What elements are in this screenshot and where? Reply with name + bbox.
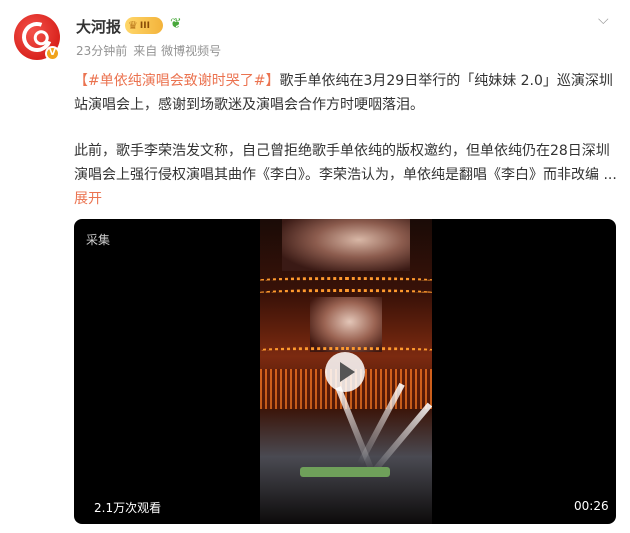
paragraph-1: 【#单依纯演唱会致谢时哭了#】歌手单依纯在3月29日举行的「纯妹妹 2.0」巡演… xyxy=(74,69,622,117)
ellipsis: ... xyxy=(599,167,617,183)
video-source-label: 采集 xyxy=(86,233,111,247)
video-player[interactable]: 采集 2.1万次观看 00:26 xyxy=(74,219,616,524)
stage-floor xyxy=(300,467,390,477)
post-time[interactable]: 23分钟前 xyxy=(76,44,127,58)
video-duration: 00:26 xyxy=(574,499,609,513)
crown-icon: ♛ xyxy=(128,19,138,32)
post-text: 【#单依纯演唱会致谢时哭了#】歌手单依纯在3月29日举行的「纯妹妹 2.0」巡演… xyxy=(74,69,622,211)
play-button[interactable] xyxy=(325,352,365,392)
stage-screen-main xyxy=(310,297,382,352)
paragraph-2-text: 此前，歌手李荣浩发文称，自己曾拒绝歌手单依纯的版权邀约，但单依纯仍在28日深圳演… xyxy=(74,143,610,183)
play-icon xyxy=(339,362,355,382)
post-meta: 23分钟前 来自 微博视频号 xyxy=(76,42,227,59)
view-count: 2.1万次观看 xyxy=(94,501,162,515)
post-source: 来自 微博视频号 xyxy=(133,44,222,58)
sprout-icon[interactable]: ❦ xyxy=(170,16,182,32)
chevron-down-icon[interactable]: ⌵ xyxy=(598,12,609,28)
stage-screen-top xyxy=(282,219,410,271)
author-name[interactable]: 大河报 xyxy=(76,16,121,37)
light-ring xyxy=(260,277,432,285)
paragraph-2: 此前，歌手李荣浩发文称，自己曾拒绝歌手单依纯的版权邀约，但单依纯仍在28日深圳演… xyxy=(74,139,622,211)
badge-level: III xyxy=(139,20,150,31)
verified-badge-icon: V xyxy=(45,46,60,61)
topic-link[interactable]: 【#单依纯演唱会致谢时哭了#】 xyxy=(74,73,279,89)
spotlight-beam xyxy=(369,402,432,476)
light-ring xyxy=(260,289,432,297)
member-level-badge[interactable]: ♛ III xyxy=(125,17,163,34)
expand-link[interactable]: 展开 xyxy=(74,191,102,207)
